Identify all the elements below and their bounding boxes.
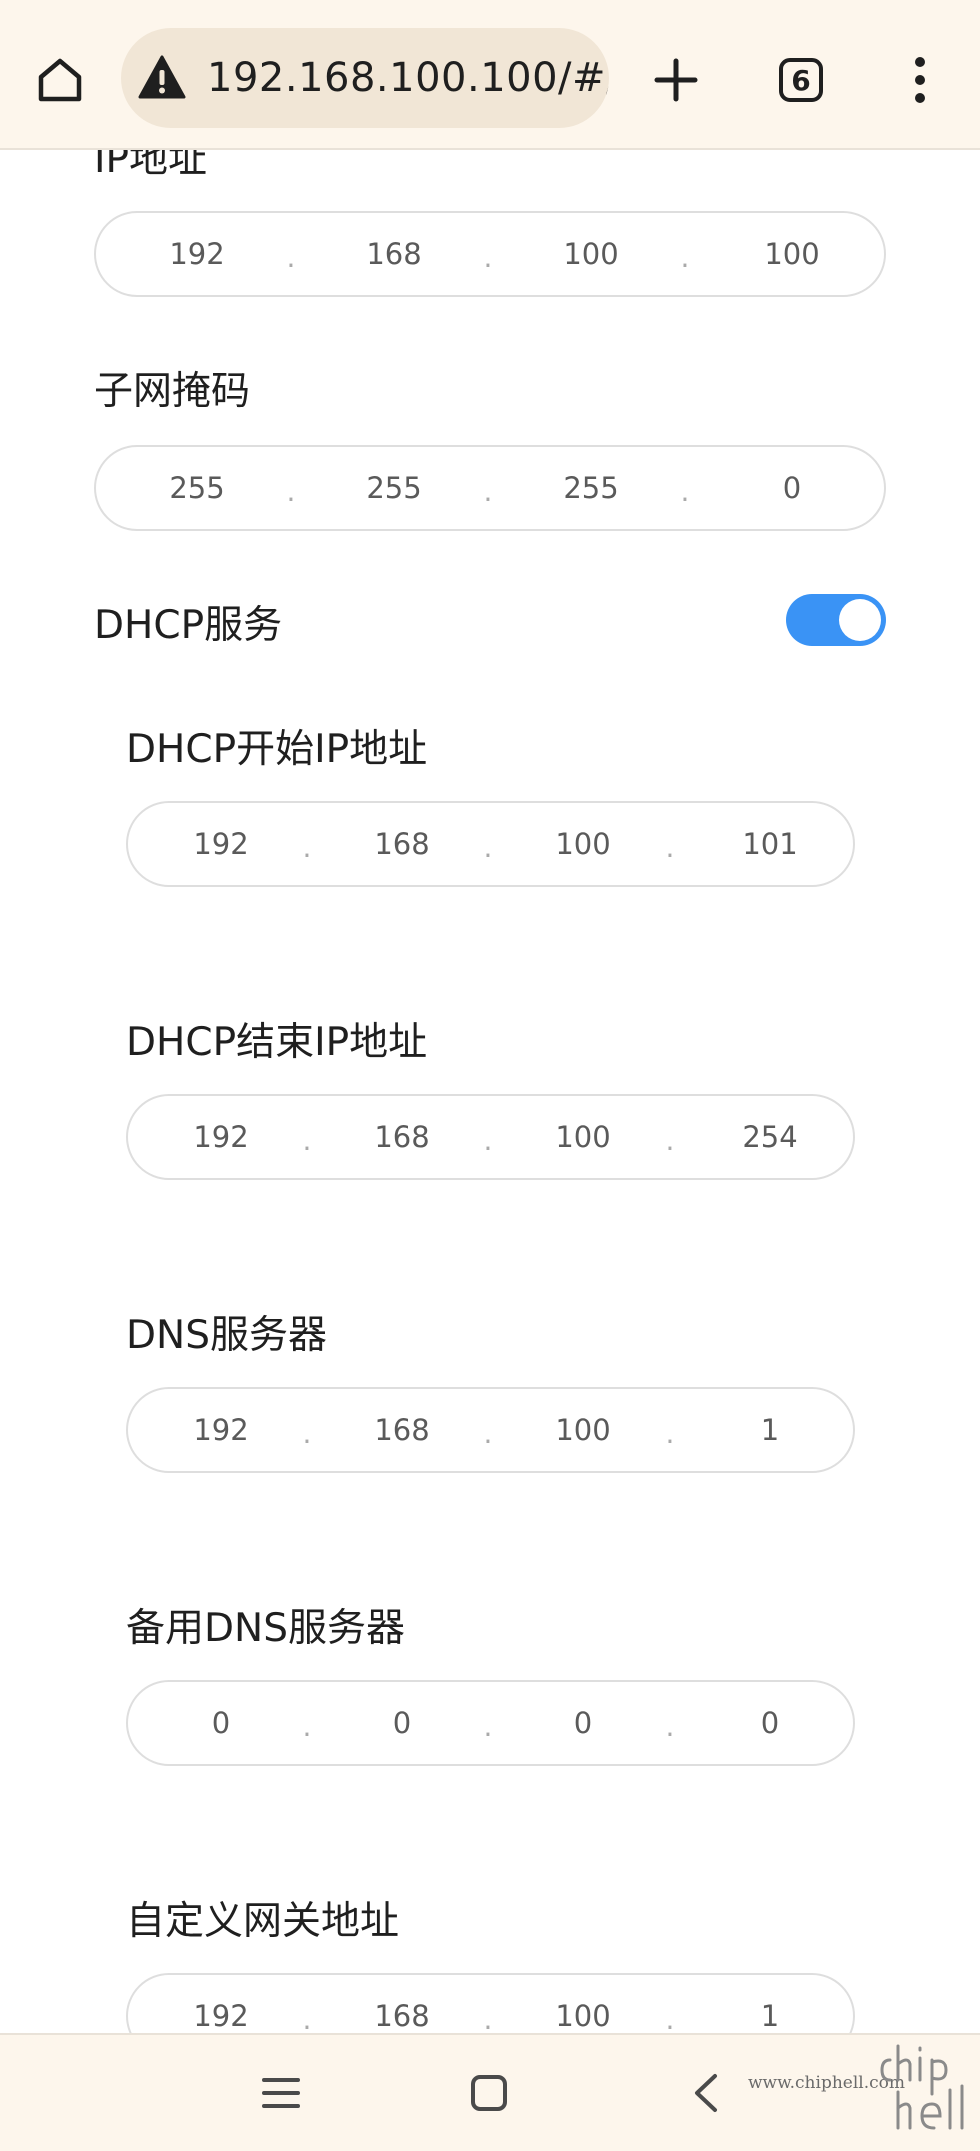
mask-octet-2[interactable]: 255: [366, 447, 421, 529]
toggle-knob: [839, 599, 881, 641]
dns-octet-2[interactable]: 168: [374, 1389, 429, 1471]
octet-separator: .: [302, 1417, 312, 1450]
end-octet-3[interactable]: 100: [555, 1096, 610, 1178]
mask-octet-1[interactable]: 255: [169, 447, 224, 529]
dns-server-field[interactable]: 192 . 168 . 100 . 1: [126, 1387, 855, 1473]
start-octet-3[interactable]: 100: [555, 803, 610, 885]
home-button[interactable]: [24, 44, 96, 116]
tab-switcher-button[interactable]: 6: [765, 44, 837, 116]
back-chevron-icon: [695, 2074, 717, 2112]
backup-dns-label: 备用DNS服务器: [126, 1606, 405, 1651]
ip-octet-4[interactable]: 100: [764, 213, 819, 295]
dhcp-start-ip-field[interactable]: 192 . 168 . 100 . 101: [126, 801, 855, 887]
octet-separator: .: [665, 831, 675, 864]
octet-separator: .: [680, 475, 690, 508]
dns-octet-4[interactable]: 1: [761, 1389, 779, 1471]
mask-octet-4[interactable]: 0: [783, 447, 801, 529]
octet-separator: .: [483, 831, 493, 864]
octet-separator: .: [483, 1124, 493, 1157]
dhcp-end-ip-field[interactable]: 192 . 168 . 100 . 254: [126, 1094, 855, 1180]
octet-separator: .: [302, 1124, 312, 1157]
octet-separator: .: [665, 1710, 675, 1743]
end-octet-2[interactable]: 168: [374, 1096, 429, 1178]
dhcp-service-label: DHCP服务: [94, 603, 283, 648]
octet-separator: .: [302, 2003, 312, 2036]
address-bar[interactable]: 192.168.100.100/#/ne: [121, 28, 609, 128]
dns-octet-3[interactable]: 100: [555, 1389, 610, 1471]
overflow-menu-button[interactable]: [884, 44, 956, 116]
octet-separator: .: [483, 1417, 493, 1450]
octet-separator: .: [665, 1417, 675, 1450]
home-icon: [38, 58, 82, 102]
more-vertical-icon: [915, 57, 925, 103]
browser-toolbar: 192.168.100.100/#/ne 6: [0, 0, 980, 150]
dhcp-end-ip-label: DHCP结束IP地址: [126, 1020, 428, 1065]
octet-separator: .: [665, 2003, 675, 2036]
start-octet-2[interactable]: 168: [374, 803, 429, 885]
backup-dns-octet-2[interactable]: 0: [393, 1682, 411, 1764]
octet-separator: .: [483, 241, 493, 274]
end-octet-4[interactable]: 254: [742, 1096, 797, 1178]
octet-separator: .: [680, 241, 690, 274]
octet-separator: .: [302, 831, 312, 864]
octet-separator: .: [483, 2003, 493, 2036]
system-home-button[interactable]: [453, 2057, 525, 2129]
subnet-mask-field[interactable]: 255 . 255 . 255 . 0: [94, 445, 886, 531]
mask-octet-3[interactable]: 255: [563, 447, 618, 529]
new-tab-button[interactable]: [640, 44, 712, 116]
system-navigation-bar: www.chiphell.com: [0, 2033, 980, 2151]
ip-octet-2[interactable]: 168: [366, 213, 421, 295]
start-octet-1[interactable]: 192: [193, 803, 248, 885]
dhcp-service-toggle[interactable]: [786, 594, 886, 646]
octet-separator: .: [302, 1710, 312, 1743]
custom-gateway-label: 自定义网关地址: [126, 1899, 400, 1944]
ip-address-field[interactable]: 192 . 168 . 100 . 100: [94, 211, 886, 297]
start-octet-4[interactable]: 101: [742, 803, 797, 885]
tab-count-badge: 6: [779, 58, 823, 102]
square-icon: [471, 2075, 507, 2111]
end-octet-1[interactable]: 192: [193, 1096, 248, 1178]
plus-icon: [654, 58, 698, 102]
backup-dns-octet-3[interactable]: 0: [574, 1682, 592, 1764]
chiphell-watermark-logo: [880, 2044, 964, 2130]
recent-apps-button[interactable]: [245, 2057, 317, 2129]
ip-octet-1[interactable]: 192: [169, 213, 224, 295]
menu-lines-icon: [262, 2078, 300, 2108]
octet-separator: .: [665, 1124, 675, 1157]
backup-dns-field[interactable]: 0 . 0 . 0 . 0: [126, 1680, 855, 1766]
backup-dns-octet-1[interactable]: 0: [212, 1682, 230, 1764]
octet-separator: .: [483, 1710, 493, 1743]
page-content: IP地址 192 . 168 . 100 . 100 子网掩码 255 . 25…: [0, 0, 980, 2149]
octet-separator: .: [483, 475, 493, 508]
url-text[interactable]: 192.168.100.100/#/ne: [207, 55, 609, 101]
subnet-mask-label: 子网掩码: [94, 369, 251, 414]
dns-server-label: DNS服务器: [126, 1313, 327, 1358]
system-back-button[interactable]: [670, 2057, 742, 2129]
dhcp-start-ip-label: DHCP开始IP地址: [126, 727, 428, 772]
octet-separator: .: [286, 241, 296, 274]
backup-dns-octet-4[interactable]: 0: [761, 1682, 779, 1764]
octet-separator: .: [286, 475, 296, 508]
ip-octet-3[interactable]: 100: [563, 213, 618, 295]
not-secure-warning-icon[interactable]: [137, 53, 187, 103]
dns-octet-1[interactable]: 192: [193, 1389, 248, 1471]
